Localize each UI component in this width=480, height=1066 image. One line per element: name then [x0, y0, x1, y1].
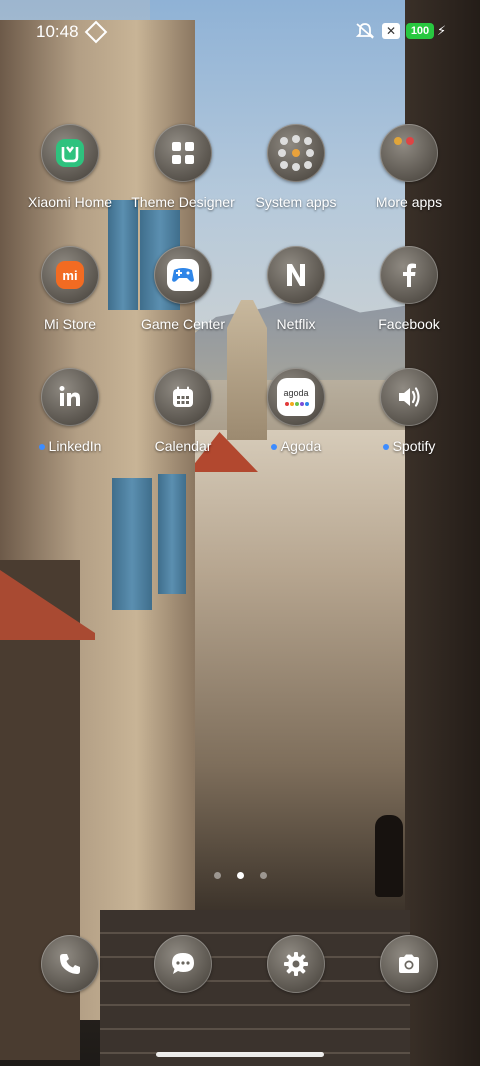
- mute-icon: [355, 22, 375, 45]
- notification-dot: [38, 444, 45, 451]
- agoda-wordmark: agoda: [283, 388, 308, 398]
- app-theme-designer[interactable]: Theme Designer: [127, 124, 239, 210]
- phone-icon: [41, 935, 99, 993]
- linkedin-icon: [41, 368, 99, 426]
- home-indicator[interactable]: [156, 1052, 324, 1057]
- app-label: More apps: [375, 194, 443, 210]
- svg-text:mi: mi: [62, 268, 77, 283]
- wallpaper-steps: [100, 910, 410, 1066]
- wallpaper-shutter: [158, 474, 186, 594]
- app-label-text: Spotify: [392, 438, 436, 454]
- settings-icon: [267, 935, 325, 993]
- agoda-icon: agoda: [267, 368, 325, 426]
- folder-system-apps[interactable]: System apps: [240, 124, 352, 210]
- folder-icon: [267, 124, 325, 182]
- app-label: System apps: [255, 194, 337, 210]
- battery-icon: 100: [406, 23, 434, 39]
- speaker-icon: [380, 368, 438, 426]
- diamond-icon: [84, 20, 108, 44]
- xiaomi-home-icon: [41, 124, 99, 182]
- app-game-center[interactable]: Game Center: [127, 246, 239, 332]
- app-label: Calendar: [154, 438, 212, 454]
- messages-icon: [154, 935, 212, 993]
- camera-icon: [380, 935, 438, 993]
- app-linkedin[interactable]: LinkedIn: [14, 368, 126, 454]
- notification-dot: [270, 444, 277, 451]
- dock-messages-button[interactable]: [153, 935, 213, 995]
- dock-camera-button[interactable]: [379, 935, 439, 995]
- facebook-f-icon: [380, 246, 438, 304]
- dock-settings-button[interactable]: [266, 935, 326, 995]
- app-label-text: Agoda: [280, 438, 322, 454]
- notification-dot: [382, 444, 389, 451]
- mi-store-icon: mi: [41, 246, 99, 304]
- folder-more-apps[interactable]: More apps: [353, 124, 465, 210]
- app-mi-store[interactable]: mi Mi Store: [14, 246, 126, 332]
- page-dot-active[interactable]: [236, 872, 244, 879]
- app-calendar[interactable]: Calendar: [127, 368, 239, 454]
- app-label-text: LinkedIn: [48, 438, 102, 454]
- grid-squares-icon: [154, 124, 212, 182]
- app-label: Mi Store: [43, 316, 97, 332]
- dock-phone-button[interactable]: [40, 935, 100, 995]
- app-label: Theme Designer: [131, 194, 235, 210]
- gamepad-icon: [154, 246, 212, 304]
- status-time: 10:48: [36, 22, 79, 41]
- app-label: Spotify: [353, 438, 465, 454]
- page-indicator[interactable]: [0, 866, 480, 884]
- app-spotify[interactable]: Spotify: [353, 368, 465, 454]
- app-label: LinkedIn: [14, 438, 126, 454]
- wallpaper-person: [375, 815, 403, 897]
- x-notification-icon: ✕: [382, 23, 400, 39]
- folder-icon: [380, 124, 438, 182]
- app-label: Facebook: [378, 316, 440, 332]
- app-label: Xiaomi Home: [27, 194, 113, 210]
- app-label: Agoda: [240, 438, 352, 454]
- status-bar: 10:48 ✕ 100 ⚡: [0, 0, 480, 62]
- app-netflix[interactable]: Netflix: [240, 246, 352, 332]
- calendar-icon: [154, 368, 212, 426]
- app-label: Game Center: [140, 316, 226, 332]
- app-label: Netflix: [276, 316, 316, 332]
- page-dot[interactable]: [259, 872, 267, 879]
- netflix-n-icon: [267, 246, 325, 304]
- app-facebook[interactable]: Facebook: [353, 246, 465, 332]
- app-agoda[interactable]: agoda Agoda: [240, 368, 352, 454]
- wallpaper-shutter: [112, 478, 152, 610]
- charging-bolt-icon: ⚡: [437, 23, 447, 38]
- page-dot[interactable]: [213, 872, 221, 879]
- app-xiaomi-home[interactable]: Xiaomi Home: [14, 124, 126, 210]
